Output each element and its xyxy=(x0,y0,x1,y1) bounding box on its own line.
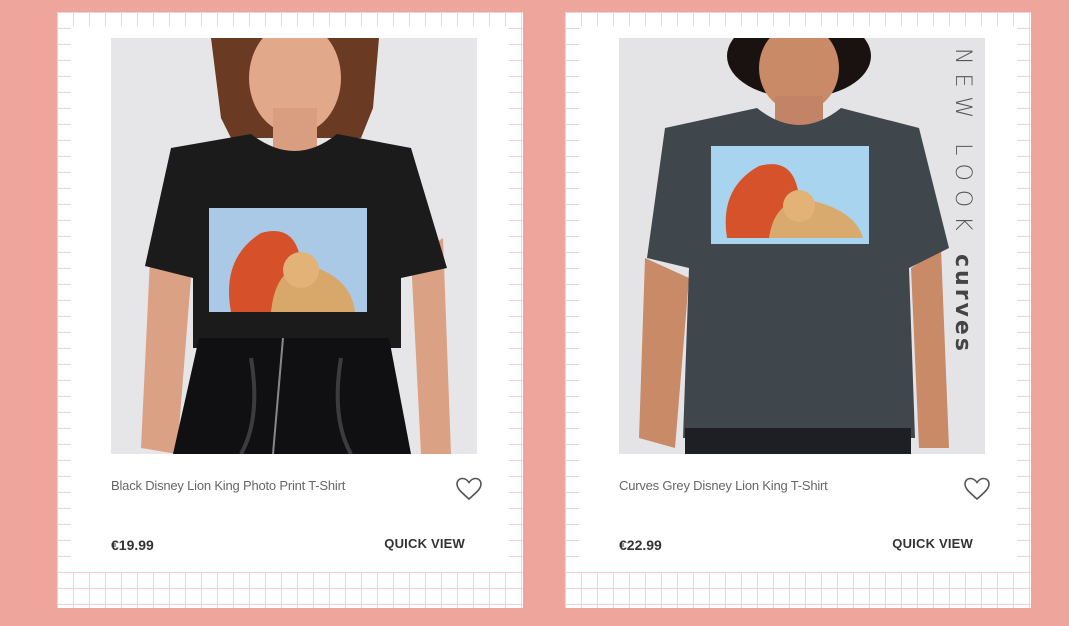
quick-view-button[interactable]: QUICK VIEW xyxy=(892,536,973,551)
brand-text-bold: curves xyxy=(950,253,975,354)
brand-logo: NEW LOOK curves xyxy=(950,48,975,354)
product-image[interactable]: NEW LOOK curves xyxy=(619,38,985,454)
product-card: Black Disney Lion King Photo Print T-Shi… xyxy=(57,12,523,608)
product-name[interactable]: Curves Grey Disney Lion King T-Shirt xyxy=(619,478,828,493)
model-photo xyxy=(111,38,477,454)
product-card-body: NEW LOOK curves Curves Grey Disney Lion K… xyxy=(579,26,1017,572)
brand-text-light: NEW LOOK xyxy=(950,48,975,240)
product-card-body: Black Disney Lion King Photo Print T-Shi… xyxy=(71,26,509,572)
quick-view-button[interactable]: QUICK VIEW xyxy=(384,536,465,551)
wishlist-heart-icon[interactable] xyxy=(455,476,483,502)
product-price: €19.99 xyxy=(111,537,154,553)
wishlist-heart-icon[interactable] xyxy=(963,476,991,502)
product-card: NEW LOOK curves Curves Grey Disney Lion K… xyxy=(565,12,1031,608)
product-price: €22.99 xyxy=(619,537,662,553)
product-image[interactable] xyxy=(111,38,477,454)
product-name[interactable]: Black Disney Lion King Photo Print T-Shi… xyxy=(111,478,345,493)
model-photo xyxy=(619,38,985,454)
